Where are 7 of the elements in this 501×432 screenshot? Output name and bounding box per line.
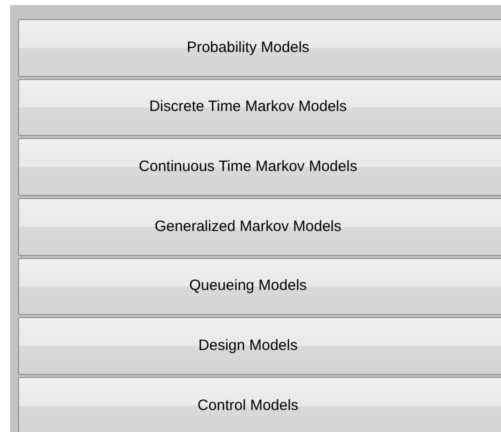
model-button[interactable]: Queueing Models [18,258,501,316]
model-button[interactable]: Discrete Time Markov Models [18,78,501,136]
model-button[interactable]: Generalized Markov Models [18,198,501,256]
model-button[interactable]: Probability Models [18,19,501,77]
model-button[interactable]: Design Models [18,317,501,376]
model-button[interactable]: Continuous Time Markov Models [18,138,501,196]
model-button[interactable]: Control Models [18,377,501,432]
